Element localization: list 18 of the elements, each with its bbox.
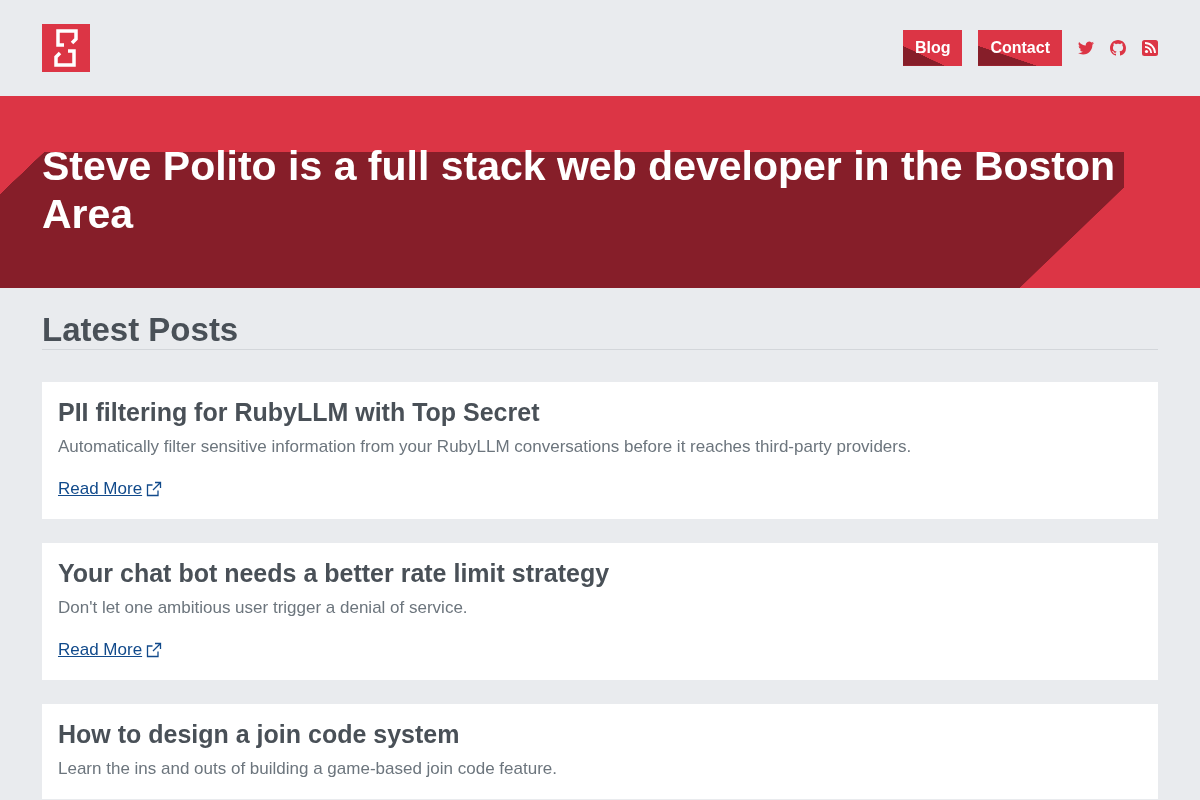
github-cat-icon[interactable] (1110, 40, 1126, 56)
external-link-icon[interactable] (146, 481, 163, 497)
hero-heading: Steve Polito is a full stack web developer in the Boston Area (42, 142, 1117, 238)
logo-icon[interactable] (42, 24, 90, 72)
post-description: Learn the ins and outs of building a game-based join code feature. (58, 758, 558, 780)
nav-button[interactable]: Blog (902, 30, 963, 66)
bird-icon[interactable] (1078, 41, 1094, 55)
external-link-icon[interactable] (146, 642, 163, 658)
read-more-link[interactable]: Read More (58, 477, 143, 501)
rss-icon[interactable] (1142, 40, 1158, 56)
read-more-link[interactable]: Read More (58, 638, 143, 662)
post-description: Don't let one ambitious user trigger a denial of service. (58, 597, 469, 619)
post-title: Your chat bot needs a better rate limit strategy (58, 559, 611, 588)
post-title: PII filtering for RubyLLM with Top Secret (58, 398, 541, 427)
section-heading: Latest Posts (42, 311, 1158, 350)
post-description: Automatically filter sensitive information from your RubyLLM conversations before it reaches third-party providers. (58, 436, 913, 458)
post-title: How to design a join code system (58, 720, 461, 749)
nav-button[interactable]: Contact (978, 30, 1062, 66)
